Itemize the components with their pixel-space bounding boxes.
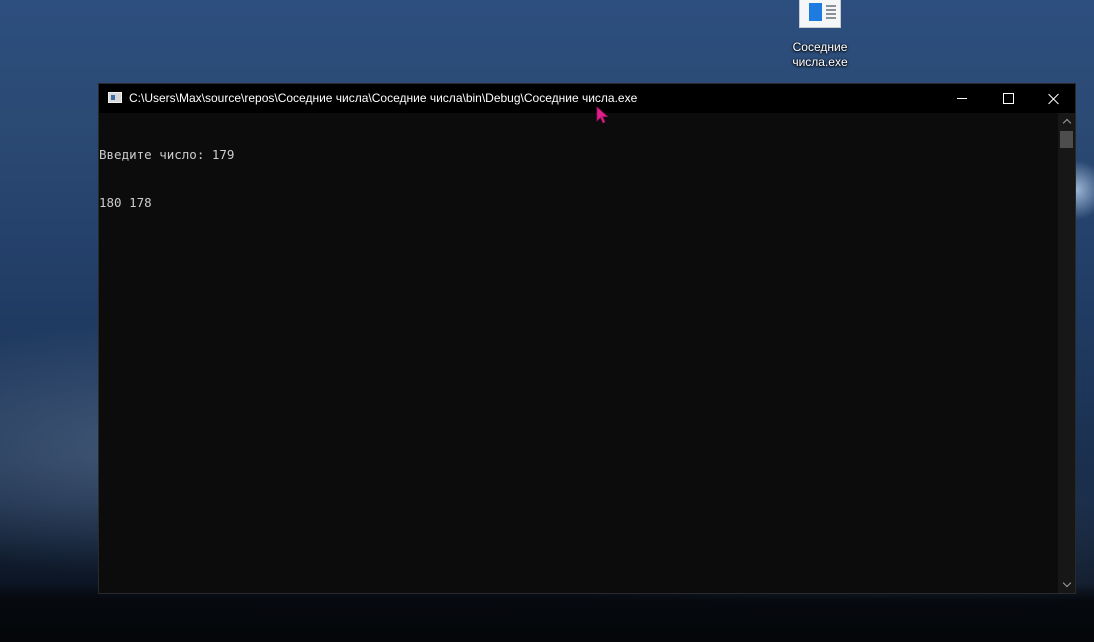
maximize-button[interactable] [985, 84, 1031, 113]
scroll-down-button[interactable] [1058, 576, 1075, 593]
close-icon [1048, 93, 1060, 105]
chevron-down-icon [1062, 578, 1071, 588]
wallpaper-cloud [1076, 160, 1094, 220]
document-icon [799, 0, 841, 28]
scroll-up-button[interactable] [1058, 113, 1075, 130]
console-output[interactable]: Введите число: 179 180 178 [99, 113, 1059, 593]
console-app-icon[interactable] [108, 92, 122, 103]
window-title: C:\Users\Max\source\repos\Соседние числа… [129, 91, 638, 105]
minimize-icon [957, 98, 967, 99]
vertical-scrollbar[interactable] [1058, 113, 1075, 593]
console-line: 180 178 [99, 195, 152, 210]
title-bar[interactable]: C:\Users\Max\source\repos\Соседние числа… [99, 84, 1075, 113]
scroll-thumb[interactable] [1060, 131, 1073, 148]
close-button[interactable] [1031, 84, 1077, 113]
desktop-icon-exe[interactable]: Соседние числа.exe [778, 0, 862, 72]
console-line: Введите число: 179 [99, 147, 235, 162]
chevron-up-icon [1062, 118, 1071, 128]
maximize-icon [1002, 93, 1014, 104]
console-window[interactable]: C:\Users\Max\source\repos\Соседние числа… [98, 83, 1076, 594]
minimize-button[interactable] [939, 84, 985, 113]
desktop-icon-label: Соседние числа.exe [792, 40, 848, 69]
